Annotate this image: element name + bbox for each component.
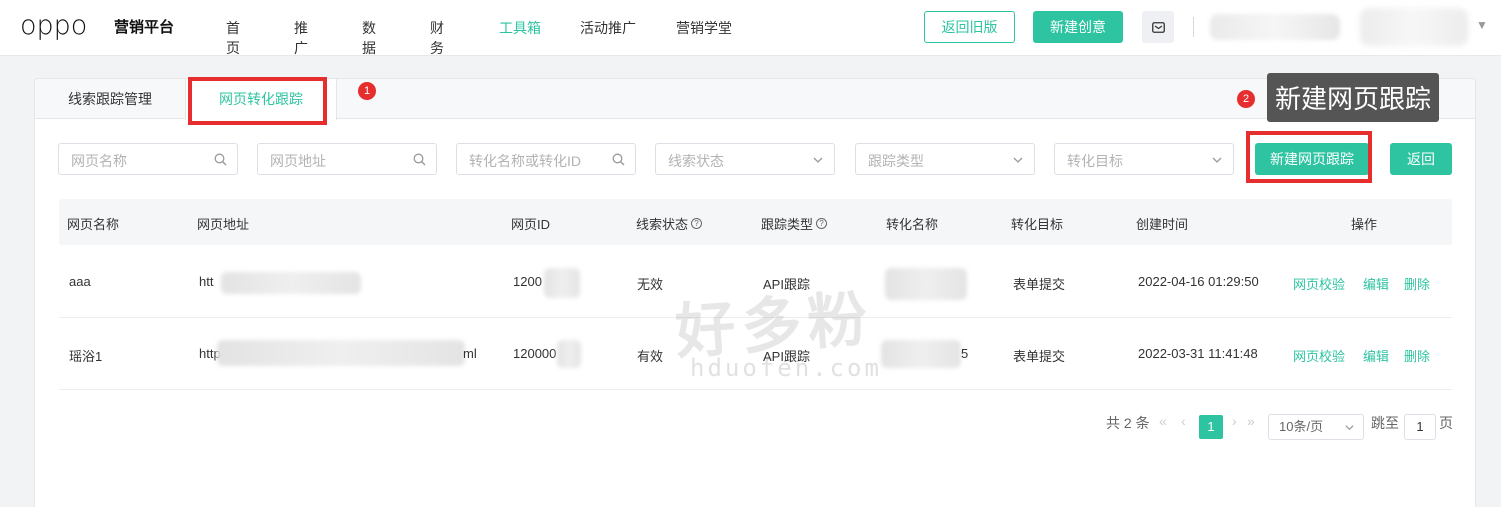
edit-link[interactable]: 编辑 [1363,274,1389,293]
last-page-icon[interactable]: » [1247,413,1255,429]
search-icon [214,153,227,166]
redacted-url [217,340,465,366]
cell-page-name: aaa [69,274,91,289]
nav-academy[interactable]: 营销学堂 [676,18,732,38]
chevron-down-icon [1013,157,1023,163]
highlight-box-tab [188,77,327,125]
chevron-down-icon [1212,157,1222,163]
nav-data[interactable]: 数据 [362,18,376,58]
page-size-select[interactable]: 10条/页 [1268,414,1364,440]
message-button[interactable] [1142,11,1174,43]
step-badge-2: 2 [1237,90,1255,108]
search-icon [413,153,426,166]
conversion-target-select[interactable]: 转化目标 [1054,143,1234,175]
track-type-select[interactable]: 跟踪类型 [855,143,1035,175]
col-page-url: 网页地址 [197,217,250,232]
lead-status-placeholder: 线索状态 [668,153,724,169]
delete-link[interactable]: 删除 [1404,274,1430,293]
col-actions: 操作 [1351,217,1378,232]
first-page-icon[interactable]: « [1159,413,1167,429]
table-header: 网页名称 网页地址 网页ID 线索状态? 跟踪类型? 转化名称 转化目标 创建时… [59,199,1452,245]
cell-conv-name-tail: 5 [961,346,969,361]
tab-lead-tracking[interactable]: 线索跟踪管理 [35,79,185,119]
delete-link[interactable]: 删除 [1404,346,1430,365]
annotation-tooltip: 新建网页跟踪 [1267,73,1440,122]
page-name-placeholder: 网页名称 [71,153,127,169]
cell-lead-status: 有效 [637,349,664,364]
main-card: 线索跟踪管理 网页转化跟踪 1 2 新建网页跟踪 网页名称 网页地址 转化名称或… [34,73,1476,507]
step-badge-1: 1 [358,82,376,100]
next-page-icon[interactable]: › [1232,413,1237,429]
cell-page-url-tail: ml [463,346,477,361]
watermark-url: hduofen.com [690,354,882,382]
nav-finance[interactable]: 财务 [430,18,444,58]
nav-toolbox[interactable]: 工具箱 [499,18,541,38]
track-type-placeholder: 跟踪类型 [868,153,924,169]
col-track-type-label: 跟踪类型 [761,217,814,232]
col-track-type: 跟踪类型? [761,214,828,233]
redacted-conv-name [885,268,967,300]
conversion-input[interactable]: 转化名称或转化ID [456,143,636,175]
help-icon[interactable]: ? [691,218,703,229]
redacted-id [557,340,581,368]
page-url-placeholder: 网页地址 [270,153,326,169]
nav-home[interactable]: 首页 [226,18,240,58]
verify-link[interactable]: 网页校验 [1293,274,1345,293]
jump-page-input[interactable]: 1 [1404,414,1436,440]
nav-campaign[interactable]: 活动推广 [580,18,636,38]
cell-page-id: 1200 [513,274,542,289]
new-creative-button[interactable]: 新建创意 [1033,11,1123,43]
cell-page-name: 瑶浴1 [69,349,103,364]
cell-page-url: htt [199,274,214,289]
account-name-redacted[interactable] [1210,14,1340,40]
redacted-conv-name [881,340,961,368]
cell-page-id: 120000 [513,346,557,361]
back-to-old-version-button[interactable]: 返回旧版 [924,11,1015,43]
verify-link[interactable]: 网页校验 [1293,346,1345,365]
redacted-id [544,268,580,298]
cell-conv-target: 表单提交 [1013,277,1066,292]
col-lead-status: 线索状态? [636,214,703,233]
page-url-input[interactable]: 网页地址 [257,143,437,175]
edit-link[interactable]: 编辑 [1363,346,1389,365]
cell-created: 2022-03-31 11:41:48 [1138,346,1258,361]
lead-status-select[interactable]: 线索状态 [655,143,835,175]
redacted-url [221,272,361,294]
total-count: 共 2 条 [1106,415,1150,431]
col-lead-status-label: 线索状态 [636,217,689,232]
page-size-value: 10条/页 [1279,419,1324,434]
conversion-placeholder: 转化名称或转化ID [469,153,581,169]
col-created: 创建时间 [1136,217,1189,232]
chevron-down-icon [813,157,823,163]
cell-created: 2022-04-16 01:29:50 [1138,274,1259,289]
cell-conv-target: 表单提交 [1013,349,1066,364]
col-page-name: 网页名称 [67,217,120,232]
search-icon [612,153,625,166]
jump-label: 跳至 [1371,415,1399,431]
page-name-input[interactable]: 网页名称 [58,143,238,175]
oppo-logo[interactable]: oppo [20,11,87,41]
page-number-current[interactable]: 1 [1199,415,1223,439]
help-icon[interactable]: ? [816,218,828,229]
nav-promotion[interactable]: 推广 [294,18,308,58]
back-button[interactable]: 返回 [1390,143,1452,175]
highlight-box-new-button [1246,131,1372,183]
brand-title: 营销平台 [114,19,175,36]
divider [1193,17,1194,37]
account-id-redacted[interactable] [1360,8,1468,46]
mail-icon [1151,21,1165,33]
col-conv-target: 转化目标 [1011,217,1064,232]
chevron-down-icon[interactable]: ▼ [1476,18,1488,32]
col-conv-name: 转化名称 [886,217,939,232]
prev-page-icon[interactable]: ‹ [1181,413,1186,429]
chevron-down-icon [1345,425,1354,431]
page-suffix: 页 [1439,415,1453,431]
top-navigation-bar: oppo 营销平台 首页 推广 数据 财务 工具箱 活动推广 营销学堂 返回旧版… [0,0,1501,56]
cell-lead-status: 无效 [637,277,664,292]
col-page-id: 网页ID [511,217,551,232]
conversion-target-placeholder: 转化目标 [1067,153,1123,169]
